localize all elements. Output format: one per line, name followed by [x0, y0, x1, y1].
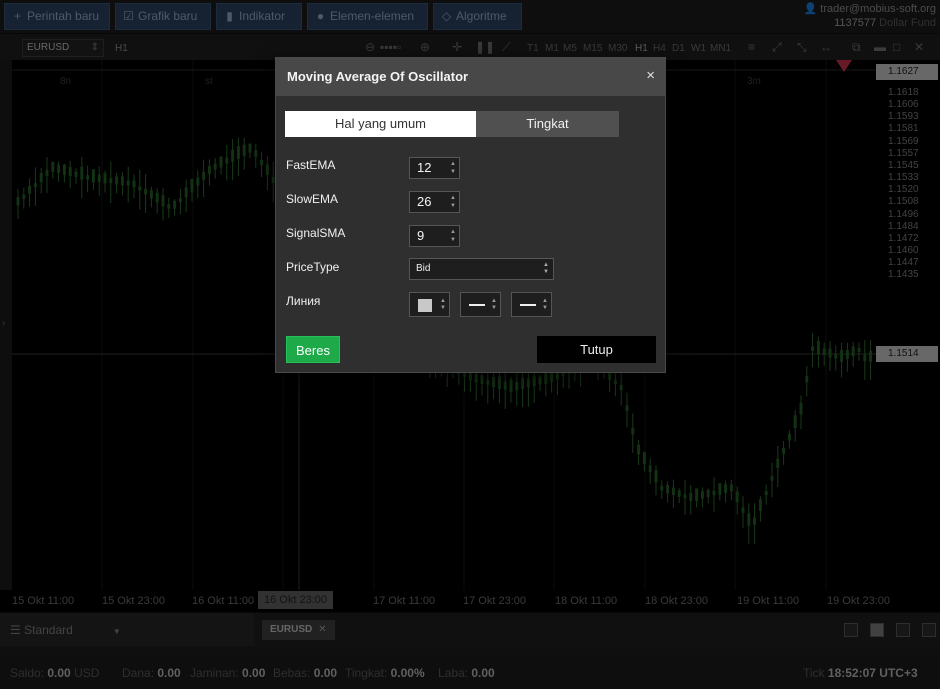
- spinner-icon: ▲ ▼: [440, 298, 446, 311]
- line-style-select[interactable]: ▲ ▼: [511, 292, 552, 317]
- price-type-select[interactable]: Bid ▲ ▼: [409, 258, 554, 280]
- line-width-icon: [469, 304, 485, 306]
- line-style-icon: [520, 304, 536, 306]
- trading-app: + Perintah baru ☑ Grafik baru ▮ Indikator ●…: [0, 0, 940, 689]
- spinner-icon: ▲ ▼: [491, 298, 497, 311]
- slow-ema-label: SlowEMA: [286, 192, 339, 206]
- dialog-tabs: Hal yang umum Tingkat: [285, 111, 619, 137]
- line-width-select[interactable]: ▲ ▼: [460, 292, 501, 317]
- signal-sma-stepper[interactable]: 9 ▲ ▼: [409, 225, 460, 247]
- fast-ema-stepper[interactable]: 12 ▲ ▼: [409, 157, 460, 179]
- close-icon[interactable]: ×: [646, 67, 655, 84]
- spinner-icon[interactable]: ▲ ▼: [450, 228, 456, 244]
- price-type-label: PriceType: [286, 260, 340, 274]
- dialog-header: Moving Average Of Oscillator ×: [276, 58, 665, 96]
- fast-ema-label: FastEMA: [286, 158, 336, 172]
- spinner-icon: ▲ ▼: [542, 298, 548, 311]
- close-button[interactable]: Tutup: [537, 336, 656, 363]
- line-color-select[interactable]: ▲ ▼: [409, 292, 450, 317]
- line-label: Линия: [286, 294, 321, 308]
- spinner-icon: ▲ ▼: [543, 262, 549, 275]
- spinner-icon[interactable]: ▲ ▼: [450, 160, 456, 176]
- signal-sma-label: SignalSMA: [286, 226, 346, 240]
- indicator-settings-dialog: Moving Average Of Oscillator × Hal yang …: [275, 57, 666, 373]
- dialog-title: Moving Average Of Oscillator: [287, 69, 469, 84]
- ok-button[interactable]: Beres: [286, 336, 340, 363]
- tab-general[interactable]: Hal yang umum: [285, 111, 476, 137]
- color-swatch: [418, 299, 432, 312]
- tab-levels[interactable]: Tingkat: [476, 111, 619, 137]
- spinner-icon[interactable]: ▲ ▼: [450, 194, 456, 210]
- slow-ema-stepper[interactable]: 26 ▲ ▼: [409, 191, 460, 213]
